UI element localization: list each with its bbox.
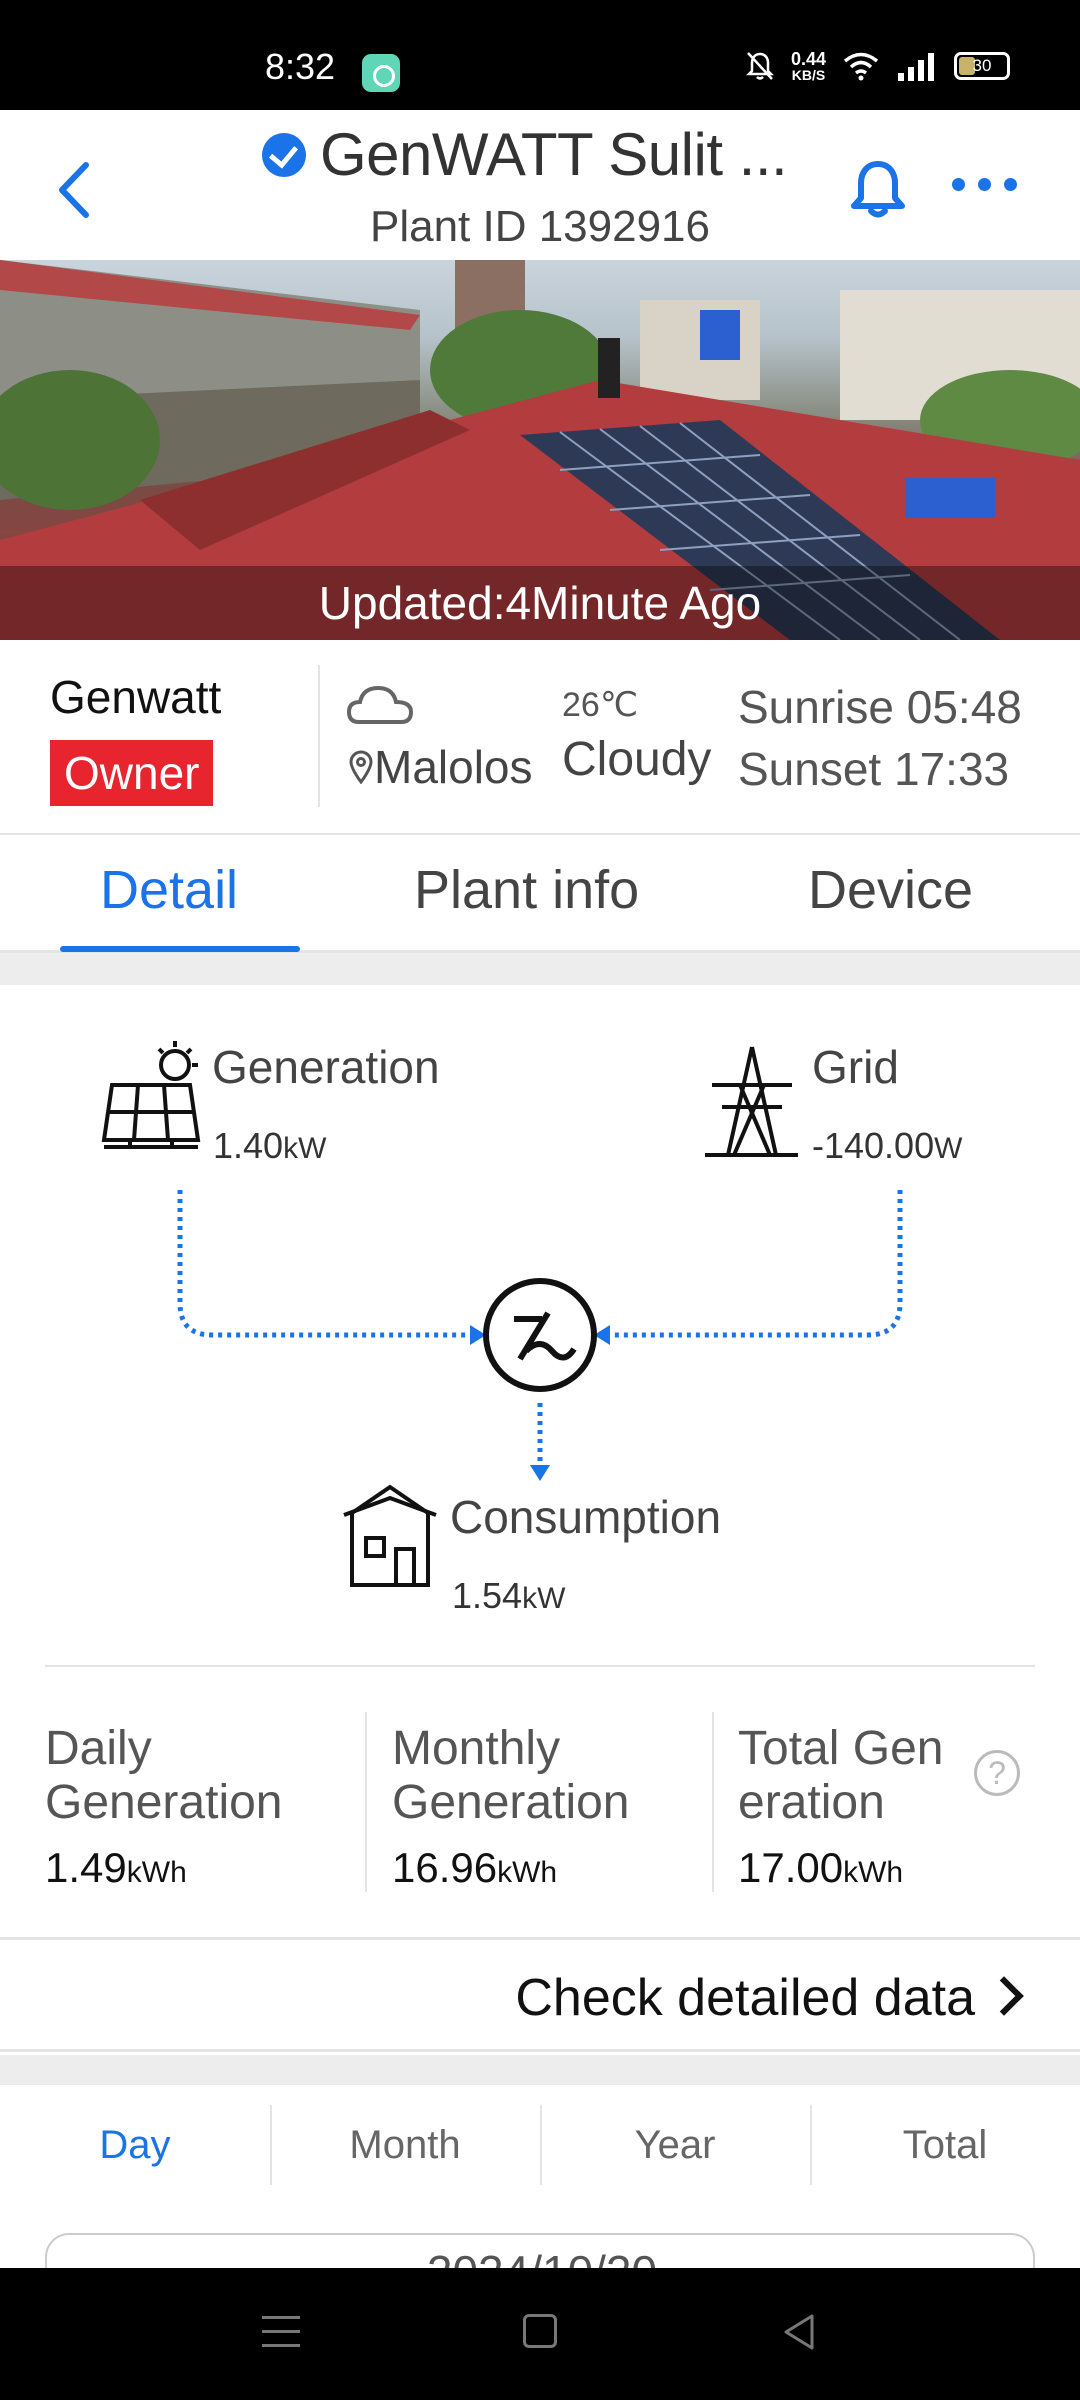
net-speed-unit: KB/S <box>791 67 826 83</box>
home-icon[interactable] <box>523 2314 557 2348</box>
battery-icon: 30 <box>954 52 1010 80</box>
tab-year[interactable]: Year <box>540 2085 810 2205</box>
grid-value: -140.00W <box>812 1125 963 1166</box>
updated-time: Updated:4Minute Ago <box>0 566 1080 640</box>
system-nav-bar <box>0 2268 1080 2400</box>
tab-plant-info[interactable]: Plant info <box>414 859 639 921</box>
sunset-time: Sunset 17:33 <box>738 743 1010 795</box>
inverter-icon <box>483 1278 597 1392</box>
weather-condition: Cloudy <box>562 733 712 786</box>
owner-badge: Owner <box>50 740 214 806</box>
clock: 8:32 <box>265 46 336 87</box>
title-row: GenWATT Sulit ... <box>262 120 788 189</box>
stat-label: eration <box>738 1776 885 1829</box>
energy-flow-diagram: Generation 1.40kW Grid -140.00W Consumpt… <box>0 985 1080 1665</box>
daily-generation: Daily Generation 1.49kWh <box>45 1722 375 1892</box>
wifi-icon <box>843 52 879 81</box>
temperature: 26℃ <box>562 686 639 724</box>
network-speed: 0.44 KB/S <box>791 50 826 82</box>
app-header: GenWATT Sulit ... Plant ID 1392916 <box>0 110 1080 260</box>
status-bar: 8:32 0.44 KB/S 30 <box>0 0 1080 110</box>
divider <box>318 665 320 807</box>
divider <box>365 1712 367 1892</box>
main-tabs: Detail Plant info Device <box>0 835 1080 953</box>
location-name: Malolos <box>374 741 533 793</box>
divider <box>712 1712 714 1892</box>
tab-month[interactable]: Month <box>270 2085 540 2205</box>
section-gap <box>0 953 1080 985</box>
house-icon <box>343 1484 437 1587</box>
plant-info-row: Genwatt Owner Malolos 26℃ Cloudy Sunrise… <box>0 640 1080 835</box>
stat-value: 1.49kWh <box>45 1844 187 1891</box>
verified-icon <box>262 132 306 177</box>
energy-flow-lines <box>101 1041 903 1587</box>
consumption-value: 1.54kW <box>452 1575 566 1616</box>
stat-label: Generation <box>392 1776 630 1829</box>
check-detailed-data-button[interactable]: Check detailed data <box>0 1940 1080 2052</box>
owner-name: Genwatt <box>50 671 222 723</box>
location-pin-icon <box>349 750 373 784</box>
consumption-label: Consumption <box>450 1491 722 1543</box>
generation-value: 1.40kW <box>213 1125 327 1166</box>
cloud-icon <box>346 685 414 724</box>
section-gap <box>0 2055 1080 2085</box>
solar-panel-icon <box>101 1041 201 1149</box>
transmission-tower-icon <box>705 1046 798 1157</box>
stat-value: 17.00kWh <box>738 1844 904 1891</box>
status-icons: 0.44 KB/S 30 <box>745 50 1010 82</box>
stat-label: Monthly <box>392 1722 561 1775</box>
page-title: GenWATT Sulit ... <box>320 121 788 188</box>
net-speed-value: 0.44 <box>790 49 826 69</box>
location: Malolos <box>348 740 533 794</box>
grid-label: Grid <box>812 1041 899 1093</box>
app-notification-icon <box>362 54 400 92</box>
period-tabs: Day Month Year Total <box>0 2085 1080 2205</box>
chevron-right-icon <box>984 1976 1024 2016</box>
tab-total[interactable]: Total <box>810 2085 1080 2205</box>
total-generation: Total Gen eration 17.00kWh <box>738 1722 1068 1892</box>
bell-icon[interactable] <box>848 158 908 220</box>
battery-level: 30 <box>972 56 992 75</box>
more-options-icon[interactable] <box>952 178 1017 191</box>
stat-value: 16.96kWh <box>392 1844 558 1891</box>
recent-apps-icon[interactable] <box>262 2316 300 2348</box>
check-detailed-data-label: Check detailed data <box>515 1969 975 2027</box>
monthly-generation: Monthly Generation 16.96kWh <box>392 1722 722 1892</box>
tab-device[interactable]: Device <box>808 859 973 921</box>
generation-label: Generation <box>212 1041 440 1093</box>
sunrise-time: Sunrise 05:48 <box>738 681 1022 733</box>
plant-id: Plant ID 1392916 <box>369 202 711 251</box>
stat-label: Generation <box>45 1776 283 1829</box>
tab-day[interactable]: Day <box>0 2085 270 2205</box>
date-selector[interactable]: 2024/10/20 <box>45 2233 1035 2273</box>
stat-label: Daily <box>45 1722 152 1775</box>
mute-bell-icon <box>745 52 774 80</box>
active-tab-indicator <box>60 946 300 952</box>
back-icon[interactable] <box>780 2312 818 2352</box>
help-icon[interactable]: ? <box>974 1750 1020 1796</box>
tab-detail[interactable]: Detail <box>100 859 238 921</box>
signal-icon <box>898 53 934 81</box>
generation-stats: Daily Generation 1.49kWh Monthly Generat… <box>0 1667 1080 1937</box>
plant-photo: Updated:4Minute Ago <box>0 260 1080 640</box>
